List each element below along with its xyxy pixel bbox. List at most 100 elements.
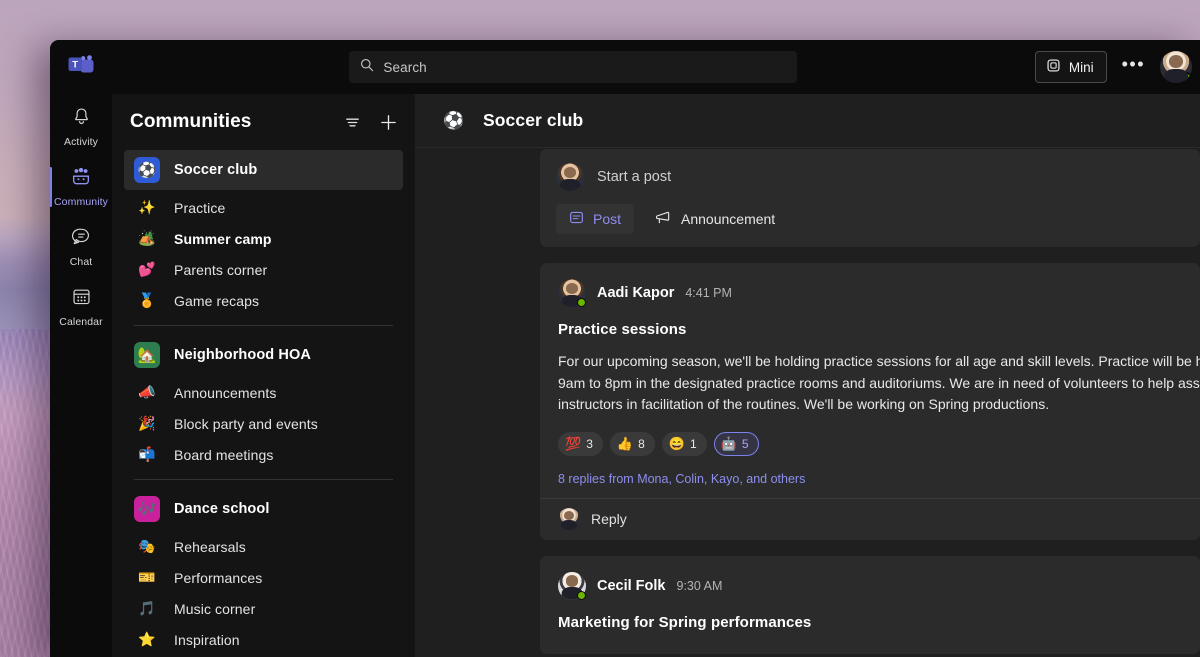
reaction-count: 5 — [741, 436, 749, 451]
channel-item-board-meetings[interactable]: 📬 Board meetings — [124, 439, 403, 470]
list-divider — [134, 479, 393, 480]
post-header: Aadi Kapor 4:41 PM — [558, 279, 1182, 307]
post-type-button[interactable]: Post — [556, 204, 635, 234]
composer-prompt-row[interactable]: Start a post — [556, 163, 1184, 191]
group-avatar-icon: 🎶 — [134, 496, 160, 522]
calendar-icon — [71, 286, 92, 312]
titlebar-actions: Mini ••• — [1034, 51, 1200, 83]
robot-emoji: 🤖 — [720, 436, 737, 451]
plus-icon[interactable] — [375, 109, 401, 135]
post-timestamp: 9:30 AM — [676, 578, 723, 593]
post-item: Cecil Folk 9:30 AM Marketing for Spring … — [540, 555, 1200, 654]
channel-item-practice[interactable]: ✨ Practice — [124, 192, 403, 223]
mini-button-label: Mini — [1068, 59, 1094, 75]
mini-window-icon — [1046, 58, 1061, 76]
soccer-ball-emoji: ⚽ — [443, 110, 465, 130]
channel-item-performances[interactable]: 🎫 Performances — [124, 562, 403, 593]
communities-header: Communities — [112, 94, 415, 150]
reply-avatar — [558, 508, 580, 530]
rail-item-chat[interactable]: Chat — [50, 220, 112, 274]
more-options-icon[interactable]: ••• — [1117, 54, 1150, 81]
channel-item-music-corner[interactable]: 🎵 Music corner — [124, 593, 403, 624]
community-avatar-icon: ⚽ — [439, 106, 469, 136]
group-name: Neighborhood HOA — [174, 347, 311, 363]
community-group-neighborhood-hoa[interactable]: 🏡 Neighborhood HOA — [124, 335, 403, 375]
channel-item-parents-corner[interactable]: 💕 Parents corner — [124, 254, 403, 285]
main-content: ⚽ Soccer club Start a post Post Announce… — [415, 94, 1200, 657]
community-group: 🎶 Dance school 🎭 Rehearsals 🎫 Performances 🎵 Mu… — [112, 489, 415, 655]
channel-emoji-icon: 🎉 — [138, 415, 156, 431]
channel-emoji-icon: 🏅 — [138, 292, 156, 308]
channel-item-announcements[interactable]: 📣 Announcements — [124, 377, 403, 408]
post-body-wrap: Cecil Folk 9:30 AM Marketing for Spring … — [540, 556, 1200, 654]
channel-label: Block party and events — [174, 415, 318, 432]
channel-label: Game recaps — [174, 292, 260, 309]
post-timestamp: 4:41 PM — [685, 286, 732, 300]
replies-link[interactable]: 8 replies from Mona, Colin, Kayo, and ot… — [558, 472, 805, 486]
reaction-count: 1 — [689, 436, 697, 451]
announcement-type-button[interactable]: Announcement — [642, 204, 788, 234]
mini-button[interactable]: Mini — [1034, 51, 1107, 83]
content-header: ⚽ Soccer club — [415, 94, 1200, 148]
community-group: ⚽ Soccer club ✨ Practice 🏕️ Summer camp 💕 Paren… — [112, 150, 415, 316]
people-icon — [70, 166, 92, 192]
search-placeholder: Search — [383, 59, 427, 75]
group-name: Soccer club — [174, 162, 258, 178]
channel-emoji-icon: 📣 — [138, 384, 156, 400]
reaction-chip-selected[interactable]: 🤖 5 — [713, 431, 759, 456]
post-title: Marketing for Spring performances — [558, 613, 812, 631]
reaction-chip[interactable]: 💯 3 — [558, 431, 603, 456]
hundred-points-emoji: 💯 — [565, 436, 582, 451]
search-input[interactable]: Search — [349, 51, 798, 83]
channel-item-game-recaps[interactable]: 🏅 Game recaps — [124, 285, 403, 316]
channel-emoji-icon: 🎵 — [138, 600, 156, 616]
rail-item-calendar[interactable]: Calendar — [50, 280, 112, 334]
rail-item-activity[interactable]: Activity — [50, 100, 112, 154]
post-feed[interactable]: Start a post Post Announcement Aadi Kapo… — [415, 149, 1200, 657]
group-avatar-icon: ⚽ — [134, 157, 160, 183]
rail-label-community: Community — [54, 196, 108, 208]
channel-item-rehearsals[interactable]: 🎭 Rehearsals — [124, 531, 403, 562]
post-avatar[interactable] — [558, 279, 586, 307]
presence-badge — [577, 298, 586, 307]
reaction-chip[interactable]: 😄 1 — [661, 431, 707, 456]
filter-icon[interactable] — [339, 109, 365, 135]
channel-emoji-icon: 💕 — [138, 261, 156, 277]
post-reactions: 💯 3 👍 8 😄 1 🤖 5 — [558, 431, 1182, 456]
channel-item-block-party-and-events[interactable]: 🎉 Block party and events — [124, 408, 403, 439]
list-divider — [134, 325, 393, 326]
reply-bar[interactable]: Reply — [540, 497, 1200, 540]
reaction-chip[interactable]: 👍 8 — [609, 431, 655, 456]
search-icon — [360, 58, 374, 77]
composer-placeholder: Start a post — [597, 169, 672, 185]
post-type-label: Post — [593, 211, 622, 227]
channel-label: Parents corner — [174, 261, 268, 278]
post-title: Practice sessions — [558, 321, 687, 338]
group-name: Dance school — [174, 501, 270, 517]
announcement-type-label: Announcement — [681, 211, 776, 227]
communities-pane: Communities ⚽ Soccer club ✨ Practice 🏕️ Summe… — [112, 94, 415, 657]
channel-label: Announcements — [174, 384, 277, 401]
channel-item-summer-camp[interactable]: 🏕️ Summer camp — [124, 223, 403, 254]
group-avatar-icon: 🏡 — [134, 342, 160, 368]
search-container: Search — [112, 51, 1035, 83]
channel-label: Inspiration — [174, 631, 240, 648]
post-avatar[interactable] — [558, 571, 586, 600]
channel-emoji-icon: ✨ — [138, 199, 156, 215]
rail-item-community[interactable]: Community — [50, 160, 112, 214]
channel-emoji-icon: ⭐ — [138, 631, 156, 647]
community-group: 🏡 Neighborhood HOA 📣 Announcements 🎉 Block pa… — [112, 335, 415, 470]
community-group-soccer-club[interactable]: ⚽ Soccer club — [124, 150, 403, 190]
user-avatar[interactable] — [1160, 51, 1192, 83]
title-bar: T Search Mini ••• — [50, 40, 1200, 94]
post-header: Cecil Folk 9:30 AM — [558, 571, 1182, 600]
post-author: Cecil Folk — [597, 577, 666, 594]
rail-label-chat: Chat — [69, 256, 93, 268]
channel-item-inspiration[interactable]: ⭐ Inspiration — [124, 624, 403, 655]
channel-emoji-icon: 📬 — [138, 446, 156, 462]
post-author: Aadi Kapor — [597, 285, 675, 301]
channel-emoji-icon: 🎫 — [138, 569, 156, 585]
communities-list[interactable]: ⚽ Soccer club ✨ Practice 🏕️ Summer camp 💕 Paren… — [112, 150, 415, 657]
community-group-dance-school[interactable]: 🎶 Dance school — [124, 489, 403, 529]
teams-app-window: T Search Mini ••• Activity Community Cha… — [50, 40, 1200, 657]
